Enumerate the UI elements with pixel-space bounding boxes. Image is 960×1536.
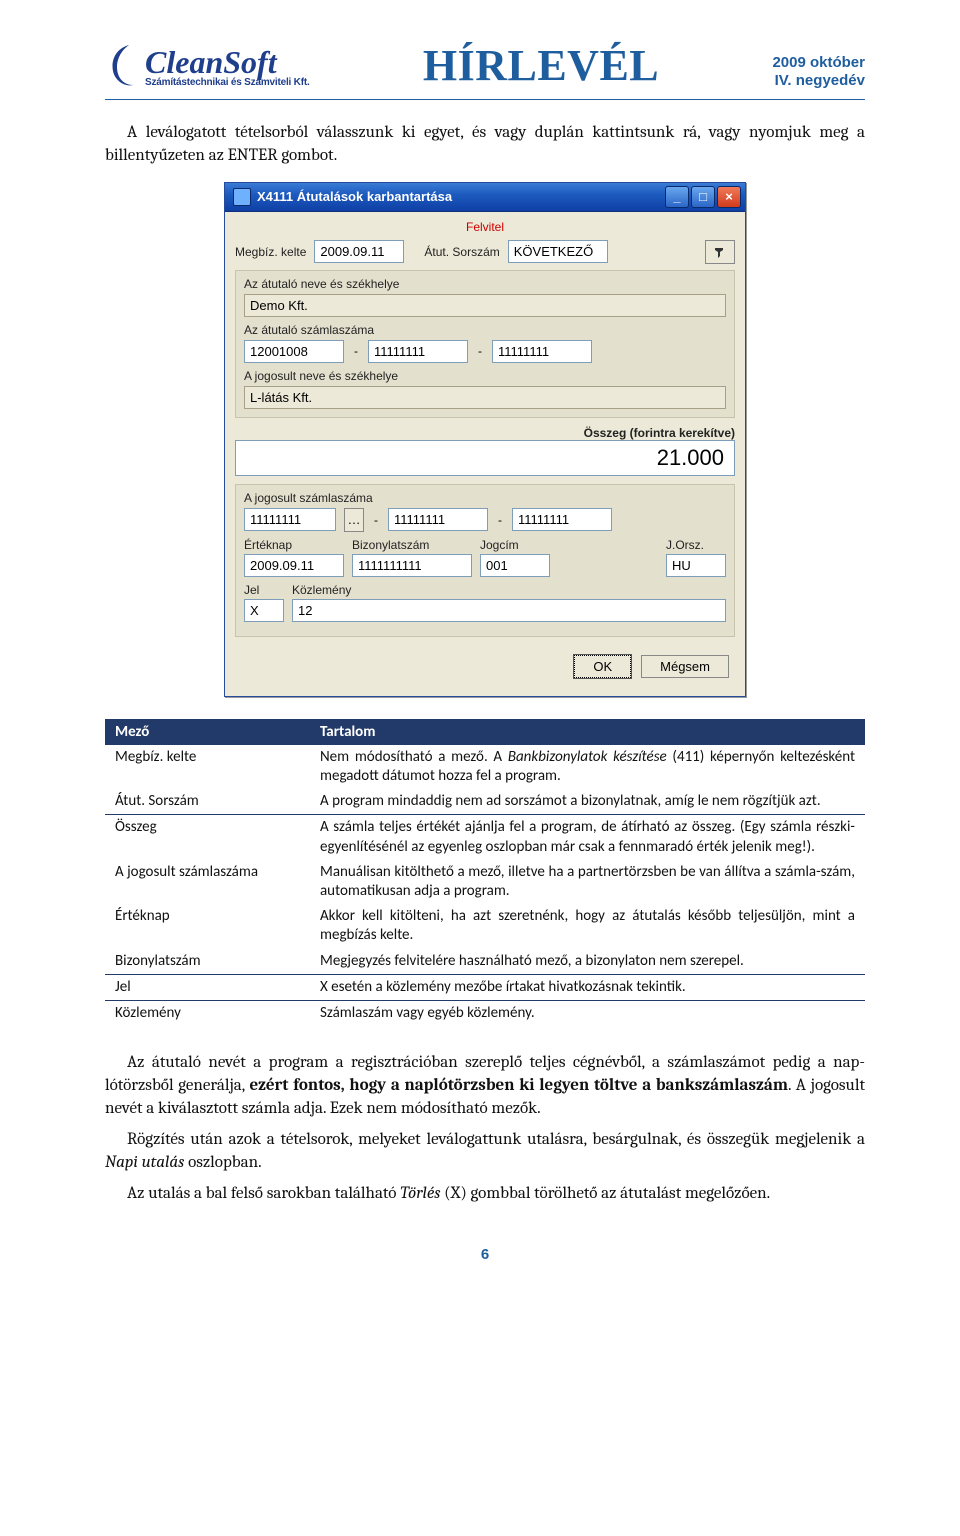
xp-window: X4111 Átutalások karbantartása _ □ × Fel…: [224, 182, 746, 697]
th-field: Mező: [105, 719, 310, 745]
input-atutalo-szamla-3[interactable]: 11111111: [492, 340, 592, 363]
table-row: A jogosult számlaszámaManuálisan kitölth…: [105, 860, 865, 904]
field-definition-table: Mező Tartalom Megbíz. kelteNem módosítha…: [105, 719, 865, 1026]
cell-field: Bizonylatszám: [105, 949, 310, 975]
label-jel: Jel: [244, 583, 284, 597]
cell-field: Értéknap: [105, 904, 310, 948]
label-bizszam: Bizonylatszám: [352, 538, 472, 552]
input-erteknap[interactable]: 2009.09.11: [244, 554, 344, 577]
cancel-button[interactable]: Mégsem: [641, 655, 729, 678]
minimize-button[interactable]: _: [665, 186, 689, 208]
lookup-button[interactable]: …: [344, 508, 364, 532]
intro-paragraph: A leválogatott tételsorból válasszunk ki…: [105, 122, 865, 168]
label-osszeg: Összeg (forintra kerekítve): [584, 426, 735, 440]
issue-quarter: IV. negyedév: [772, 72, 865, 91]
input-jogosult-szamla-1[interactable]: 11111111: [244, 508, 336, 531]
pin-button[interactable]: [705, 240, 735, 264]
label-jorsz: J.Orsz.: [666, 538, 726, 552]
brand-subtitle: Számítástechnikai és Számviteli Kft.: [145, 78, 310, 88]
input-jogosult-szamla-2[interactable]: 11111111: [388, 508, 488, 531]
paragraph-3: Az utalás a bal felső sarokban található…: [105, 1183, 865, 1206]
label-jogosult-nev: A jogosult neve és székhelye: [244, 369, 726, 383]
cell-field: Jel: [105, 974, 310, 1000]
label-megbiz-kelte: Megbíz. kelte: [235, 245, 306, 259]
label-atutalo-nev: Az átutaló neve és székhelye: [244, 277, 726, 291]
cell-field: Megbíz. kelte: [105, 745, 310, 789]
separator: -: [372, 513, 380, 527]
window-icon: [233, 188, 251, 206]
field-atutalo-nev: Demo Kft.: [244, 294, 726, 317]
table-row: BizonylatszámMegjegyzés felvitelére hasz…: [105, 949, 865, 975]
input-kozlemeny[interactable]: 12: [292, 599, 726, 622]
brand-name: CleanSoft: [145, 46, 310, 78]
pin-icon: [713, 245, 727, 259]
close-button[interactable]: ×: [717, 186, 741, 208]
input-jorsz[interactable]: HU: [666, 554, 726, 577]
page-number: 6: [105, 1246, 865, 1263]
issue-info: 2009 október IV. negyedév: [772, 54, 865, 92]
input-jel[interactable]: X: [244, 599, 284, 622]
label-jogcim: Jogcím: [480, 538, 550, 552]
paragraph-1: Az átutaló nevét a program a regisztráci…: [105, 1052, 865, 1121]
label-jogosult-szamla: A jogosult számlaszáma: [244, 491, 726, 505]
cell-content: A számla teljes értékét ajánlja fel a pr…: [310, 815, 865, 860]
input-jogcim[interactable]: 001: [480, 554, 550, 577]
th-content: Tartalom: [310, 719, 865, 745]
separator: -: [476, 344, 484, 358]
cell-field: Összeg: [105, 815, 310, 860]
paragraph-2: Rögzítés után azok a tételsorok, melyeke…: [105, 1129, 865, 1175]
input-osszeg[interactable]: 21.000: [235, 440, 735, 476]
cell-field: Közlemény: [105, 1000, 310, 1026]
input-sorszam[interactable]: KÖVETKEZŐ: [508, 240, 608, 263]
table-row: Megbíz. kelteNem módosítható a mező. A B…: [105, 745, 865, 789]
separator: -: [496, 513, 504, 527]
label-atutalo-szamla: Az átutaló számlaszáma: [244, 323, 726, 337]
field-jogosult-nev: L-látás Kft.: [244, 386, 726, 409]
cell-field: A jogosult számlaszáma: [105, 860, 310, 904]
titlebar: X4111 Átutalások karbantartása _ □ ×: [225, 183, 745, 212]
input-bizszam[interactable]: 1111111111: [352, 554, 472, 577]
payer-panel: Az átutaló neve és székhelye Demo Kft. A…: [235, 270, 735, 418]
cell-field: Átut. Sorszám: [105, 789, 310, 815]
cell-content: Számlaszám vagy egyéb közlemény.: [310, 1000, 865, 1026]
amount-panel: Összeg (forintra kerekítve) 21.000: [235, 426, 735, 476]
screenshot-wrap: X4111 Átutalások karbantartása _ □ × Fel…: [105, 182, 865, 697]
input-jogosult-szamla-3[interactable]: 11111111: [512, 508, 612, 531]
table-row: ÉrtéknapAkkor kell kitölteni, ha azt sze…: [105, 904, 865, 948]
label-sorszam: Átut. Sorszám: [424, 245, 499, 259]
label-erteknap: Értéknap: [244, 538, 344, 552]
cell-content: Manuálisan kitölthető a mező, illetve ha…: [310, 860, 865, 904]
table-row: KözleménySzámlaszám vagy egyéb közlemény…: [105, 1000, 865, 1026]
input-megbiz-kelte[interactable]: 2009.09.11: [314, 240, 404, 263]
form-area: Felvitel Megbíz. kelte 2009.09.11 Átut. …: [225, 212, 745, 696]
brand: CleanSoft Számítástechnikai és Számvitel…: [105, 43, 310, 91]
window-title: X4111 Átutalások karbantartása: [257, 189, 452, 204]
maximize-button[interactable]: □: [691, 186, 715, 208]
document-header: CleanSoft Számítástechnikai és Számvitel…: [105, 40, 865, 91]
input-atutalo-szamla-1[interactable]: 12001008: [244, 340, 344, 363]
cell-content: Nem módosítható a mező. A Bankbizonylato…: [310, 745, 865, 789]
separator: -: [352, 344, 360, 358]
cell-content: X esetén a közlemény mezőbe írtakat hiva…: [310, 974, 865, 1000]
beneficiary-panel: A jogosult számlaszáma 11111111 … - 1111…: [235, 484, 735, 637]
ok-button[interactable]: OK: [574, 655, 631, 678]
mode-label: Felvitel: [235, 220, 735, 234]
cell-content: Megjegyzés felvitelére használható mező,…: [310, 949, 865, 975]
table-row: Átut. SorszámA program mindaddig nem ad …: [105, 789, 865, 815]
input-atutalo-szamla-2[interactable]: 11111111: [368, 340, 468, 363]
brand-logo-icon: [105, 43, 137, 91]
table-row: JelX esetén a közlemény mezőbe írtakat h…: [105, 974, 865, 1000]
cell-content: A program mindaddig nem ad sorszámot a b…: [310, 789, 865, 815]
header-rule: [105, 99, 865, 100]
issue-date: 2009 október: [772, 54, 865, 73]
cell-content: Akkor kell kitölteni, ha azt szeretnénk,…: [310, 904, 865, 948]
label-kozlemeny: Közlemény: [292, 583, 726, 597]
banner-title: HÍRLEVÉL: [423, 40, 659, 91]
table-row: ÖsszegA számla teljes értékét ajánlja fe…: [105, 815, 865, 860]
